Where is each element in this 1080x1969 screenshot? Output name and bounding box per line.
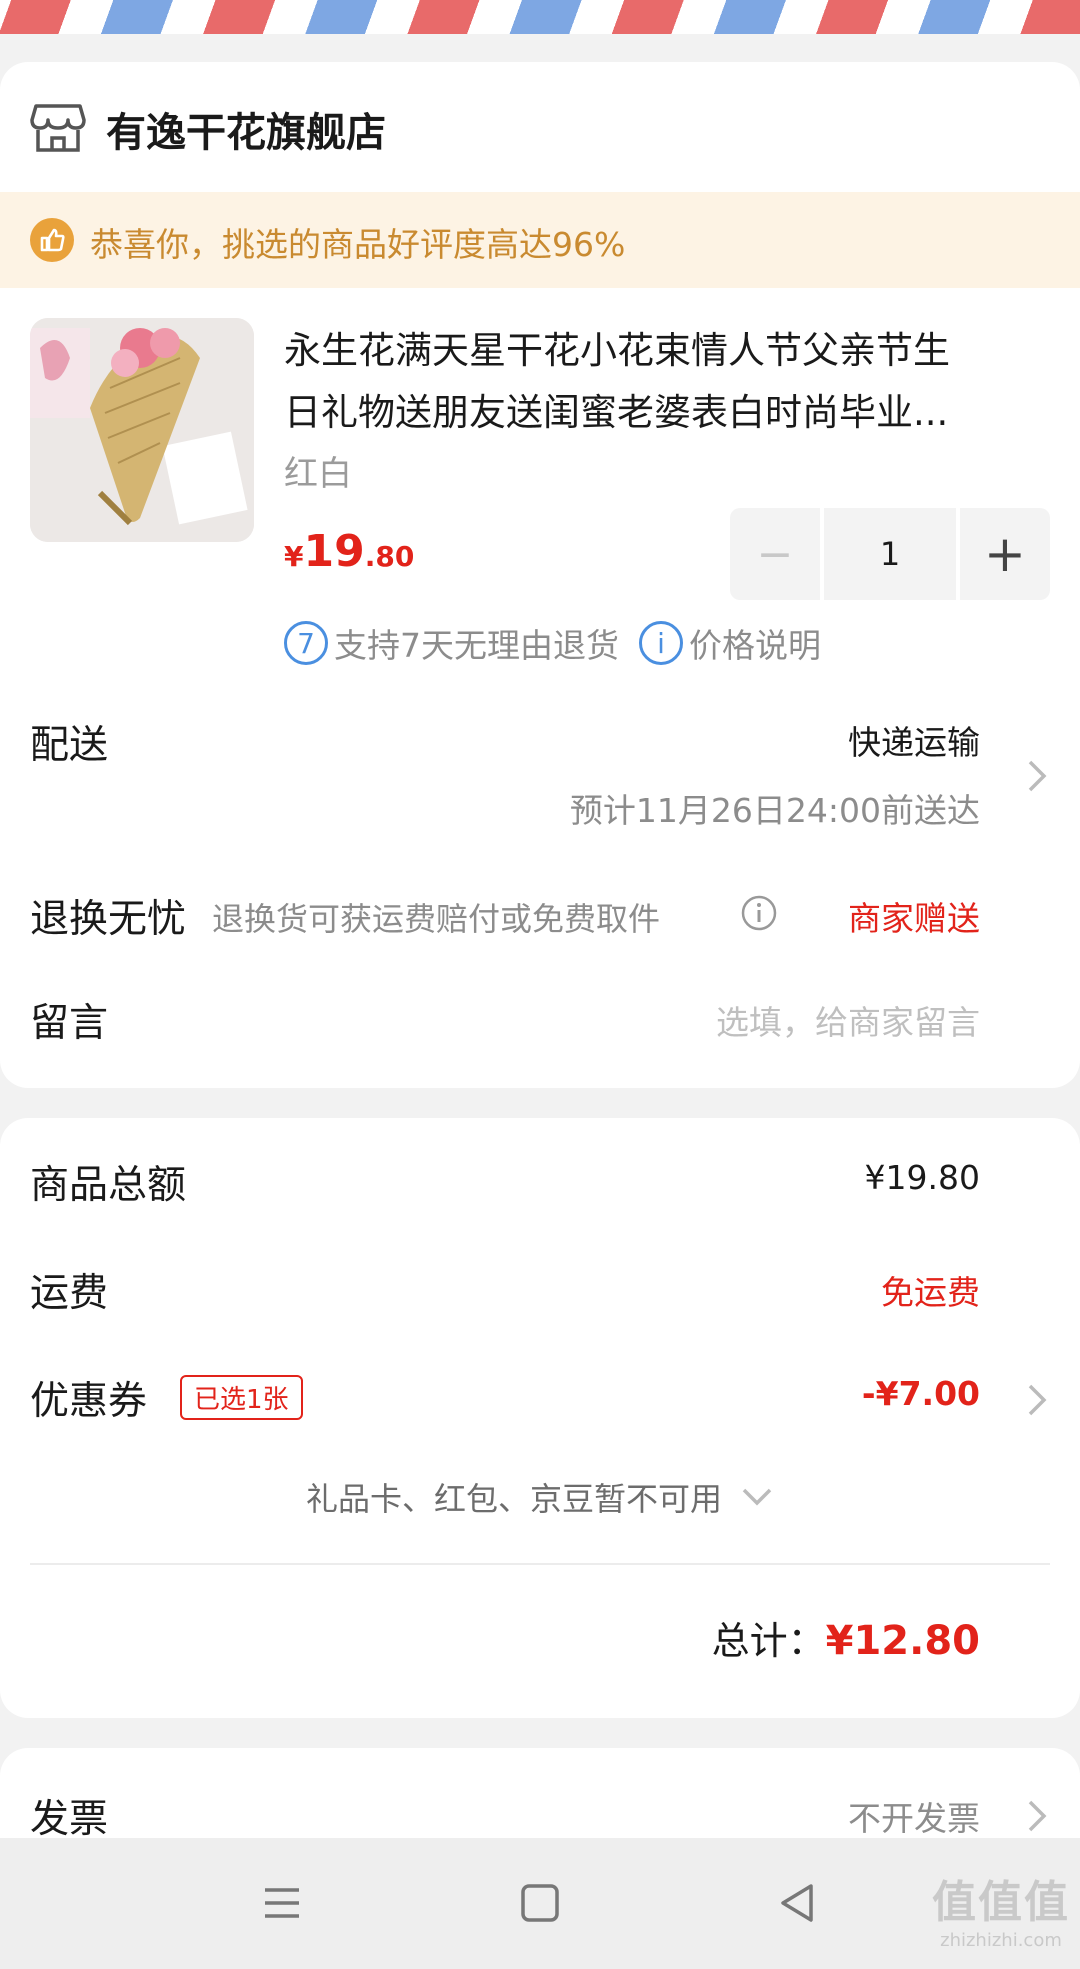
info-icon: i	[639, 621, 683, 665]
return-policy-text[interactable]: 支持7天无理由退货	[334, 619, 619, 667]
coupon-label: 优惠券	[30, 1379, 148, 1424]
delivery-method: 快递运输	[848, 723, 980, 762]
system-navigation-bar: 值值值 zhizhizhi.com	[0, 1838, 1080, 1969]
message-input[interactable]: 选填，给商家留言	[716, 996, 980, 1044]
chevron-right-icon	[1028, 760, 1047, 792]
rating-banner: 恭喜你，挑选的商品好评度高达96%	[0, 192, 1080, 288]
message-label: 留言	[30, 1001, 109, 1046]
rating-banner-text: 恭喜你，挑选的商品好评度高达96%	[90, 225, 626, 264]
return-service-desc: 退换货可获运费赔付或免费取件	[212, 900, 661, 938]
order-item-card: 有逸干花旗舰店 恭喜你，挑选的商品好评度高达96% 永生花满天星干花小花束情人节…	[0, 62, 1080, 1088]
seven-day-icon: 7	[284, 621, 328, 665]
store-header[interactable]: 有逸干花旗舰店	[0, 62, 1080, 192]
price-decimal: .80	[364, 540, 415, 573]
coupon-value: -¥7.00	[861, 1374, 980, 1413]
invoice-label: 发票	[30, 1797, 109, 1842]
back-icon[interactable]	[773, 1878, 823, 1928]
product-title-line: 永生花满天星干花小花束情人节父亲节生	[284, 329, 950, 372]
quantity-value[interactable]: 1	[824, 508, 956, 600]
price-explanation-link[interactable]: 价格说明	[689, 619, 821, 667]
delivery-eta: 预计11月26日24:00前送达	[569, 791, 980, 830]
order-total: 总计：¥12.80	[712, 1610, 980, 1665]
product-price: ¥19.80	[284, 526, 414, 577]
increase-button[interactable]: +	[960, 508, 1050, 600]
airmail-stripe	[0, 0, 1080, 34]
quantity-stepper: − 1 +	[730, 508, 1050, 600]
goods-total-value: ¥19.80	[864, 1158, 980, 1197]
menu-icon[interactable]	[257, 1878, 307, 1928]
product-spec: 红白	[284, 454, 352, 494]
watermark: 值值值 zhizhizhi.com	[932, 1866, 1070, 1951]
unavailable-text: 礼品卡、红包、京豆暂不可用	[305, 1480, 722, 1518]
product-image[interactable]	[30, 318, 254, 542]
thumbs-up-icon	[30, 218, 74, 262]
home-icon[interactable]	[515, 1878, 565, 1928]
info-icon[interactable]	[740, 894, 778, 932]
divider	[30, 1563, 1050, 1565]
chevron-down-icon	[742, 1488, 772, 1506]
return-service-label: 退换无忧	[30, 897, 187, 942]
price-summary-card: 商品总额 ¥19.80 运费 免运费 优惠券 已选1张 -¥7.00 礼品卡、红…	[0, 1118, 1080, 1718]
store-name: 有逸干花旗舰店	[106, 110, 386, 156]
delivery-label: 配送	[30, 723, 109, 768]
coupon-selected-tag: 已选1张	[180, 1375, 303, 1420]
price-integer: 19	[303, 526, 365, 577]
price-symbol: ¥	[284, 540, 304, 573]
return-service-value: 商家赠送	[848, 899, 980, 938]
shipping-value: 免运费	[881, 1273, 980, 1312]
product-title[interactable]: 永生花满天星干花小花束情人节父亲节生 日礼物送朋友送闺蜜老婆表白时尚毕业...	[284, 320, 1054, 444]
decrease-button[interactable]: −	[730, 508, 820, 600]
store-icon	[30, 104, 86, 152]
product-title-line: 日礼物送朋友送闺蜜老婆表白时尚毕业...	[284, 391, 949, 434]
invoice-value: 不开发票	[848, 1799, 980, 1838]
goods-total-label: 商品总额	[30, 1163, 187, 1208]
background	[0, 34, 1080, 64]
total-label: 总计：	[711, 1619, 826, 1663]
chevron-right-icon	[1028, 1384, 1047, 1416]
watermark-url: zhizhizhi.com	[940, 1930, 1062, 1951]
watermark-logo: 值值值	[932, 1877, 1070, 1928]
service-badges: 7 支持7天无理由退货 i 价格说明	[284, 618, 821, 668]
shipping-label: 运费	[30, 1271, 109, 1316]
unavailable-toggle[interactable]: 礼品卡、红包、京豆暂不可用	[0, 1474, 1080, 1520]
total-value: ¥12.80	[825, 1618, 980, 1664]
chevron-right-icon	[1028, 1800, 1047, 1832]
